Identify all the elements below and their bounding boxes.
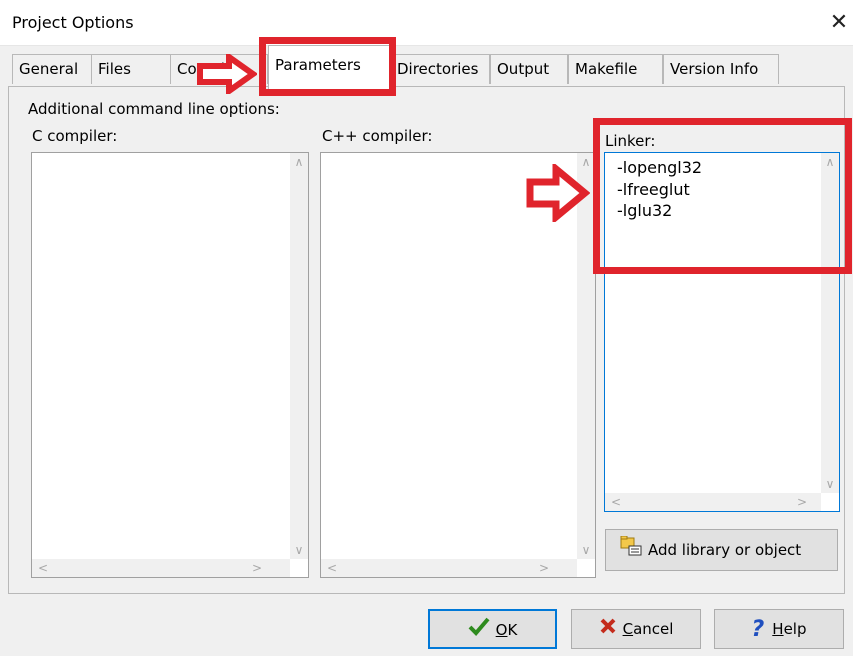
c-compiler-vscroll[interactable]: ∧ ∨ xyxy=(290,153,308,559)
c-compiler-label: C compiler: xyxy=(32,127,118,145)
scroll-left-icon[interactable]: < xyxy=(327,559,337,577)
add-library-button[interactable]: Add library or object xyxy=(605,529,838,571)
help-mnemonic: H xyxy=(772,620,784,638)
linker-vscroll[interactable]: ∧ ∨ xyxy=(821,153,839,493)
linker-hscroll[interactable]: < > xyxy=(605,493,821,511)
scroll-up-icon[interactable]: ∧ xyxy=(290,153,308,171)
close-icon: ✕ xyxy=(829,10,849,35)
section-label: Additional command line options: xyxy=(28,100,280,118)
scroll-right-icon[interactable]: > xyxy=(797,493,807,511)
scroll-left-icon[interactable]: < xyxy=(611,493,621,511)
cancel-label: ancel xyxy=(633,620,674,638)
ok-button[interactable]: OK xyxy=(428,609,557,649)
tab-version-info[interactable]: Version Info xyxy=(663,54,779,84)
close-button[interactable]: ✕ xyxy=(826,9,852,37)
help-question-icon: ? xyxy=(751,616,765,642)
arrow-right-icon xyxy=(197,51,259,98)
tab-directories[interactable]: Directories xyxy=(390,54,490,84)
tab-parameters[interactable]: Parameters xyxy=(268,45,390,90)
scroll-down-icon[interactable]: ∨ xyxy=(290,541,308,559)
c-compiler-hscroll[interactable]: < > xyxy=(32,559,290,577)
tab-makefile[interactable]: Makefile xyxy=(568,54,663,84)
window-title: Project Options xyxy=(12,13,134,32)
tab-output[interactable]: Output xyxy=(490,54,568,84)
linker-value[interactable]: -lopengl32 -lfreeglut -lglu32 xyxy=(617,157,702,222)
cpp-compiler-label: C++ compiler: xyxy=(322,127,433,145)
c-compiler-textarea[interactable]: ∧ ∨ < > xyxy=(31,152,309,578)
linker-textarea[interactable]: -lopengl32 -lfreeglut -lglu32 ∧ ∨ < > xyxy=(604,152,840,512)
cpp-compiler-hscroll[interactable]: < > xyxy=(321,559,577,577)
library-icon xyxy=(620,531,642,571)
scroll-up-icon[interactable]: ∧ xyxy=(821,153,839,171)
scroll-down-icon[interactable]: ∨ xyxy=(577,541,595,559)
help-button[interactable]: ? Help xyxy=(714,609,844,649)
scroll-right-icon[interactable]: > xyxy=(539,559,549,577)
help-label: elp xyxy=(783,620,807,638)
add-library-label: Add library or object xyxy=(648,541,802,559)
tab-general[interactable]: General xyxy=(12,54,92,84)
cancel-mnemonic: C xyxy=(622,620,634,638)
cancel-x-icon xyxy=(599,611,617,649)
cancel-button[interactable]: Cancel xyxy=(571,609,701,649)
scroll-left-icon[interactable]: < xyxy=(38,559,48,577)
ok-label: K xyxy=(507,621,518,639)
tab-files[interactable]: Files xyxy=(91,54,171,84)
scroll-right-icon[interactable]: > xyxy=(252,559,262,577)
ok-mnemonic: O xyxy=(495,621,508,639)
scroll-down-icon[interactable]: ∨ xyxy=(821,475,839,493)
arrow-right-icon xyxy=(526,161,591,226)
checkmark-icon xyxy=(468,612,490,650)
linker-label: Linker: xyxy=(605,132,656,150)
